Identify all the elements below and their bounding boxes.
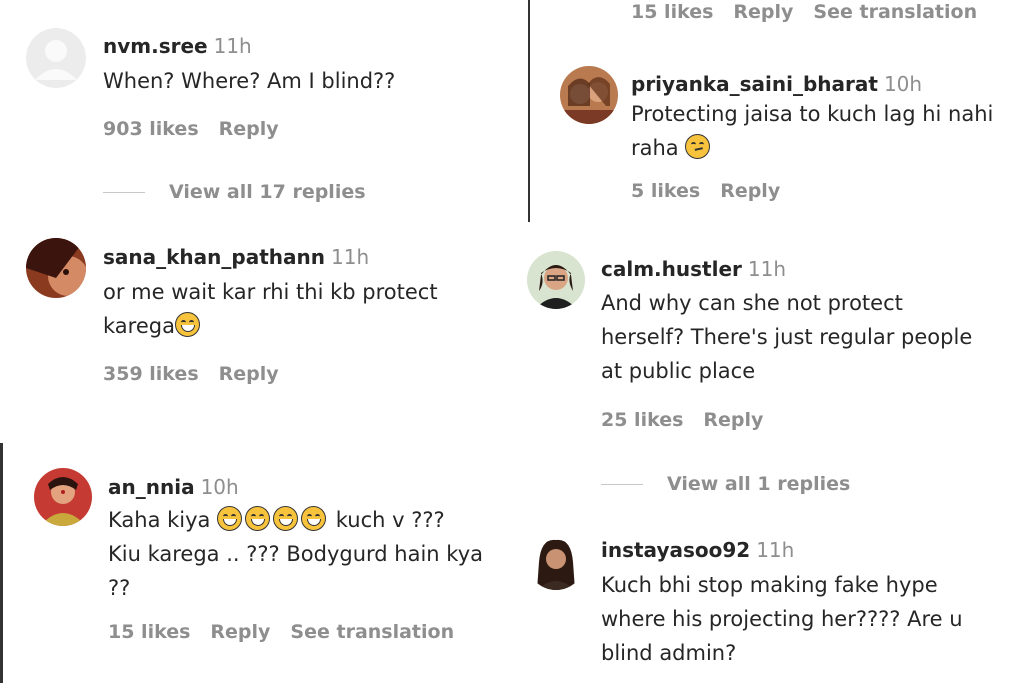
username[interactable]: nvm.sree — [103, 34, 208, 58]
thinking-emoji-icon — [685, 134, 711, 159]
comment-text: or me wait kar rhi thi kb protect karega — [103, 275, 438, 343]
comment-line: karega — [103, 314, 175, 338]
comment-line: Protecting jaisa to kuch lag hi nahi — [631, 102, 994, 126]
username[interactable]: priyanka_saini_bharat — [631, 72, 878, 96]
avatar[interactable] — [527, 251, 585, 309]
laughing-emoji-icon — [174, 312, 200, 337]
comment-meta-partial: 15 likes Reply See translation — [631, 0, 997, 24]
comment-line: blind admin? — [601, 641, 737, 665]
timestamp: 10h — [883, 72, 923, 96]
comment-line: And why can she not protect — [601, 291, 903, 315]
view-replies-label: View all 17 replies — [169, 181, 366, 203]
comment-line: herself? There's just regular people — [601, 325, 973, 349]
see-translation-button[interactable]: See translation — [813, 1, 977, 23]
comment-line: or me wait kar rhi thi kb protect — [103, 280, 438, 304]
avatar[interactable] — [34, 468, 92, 526]
like-count[interactable]: 359 likes — [103, 363, 199, 385]
timestamp: 11h — [747, 257, 786, 281]
laughing-emoji-icon — [245, 506, 271, 531]
avatar-default-icon[interactable] — [26, 28, 86, 88]
timestamp: 11h — [331, 245, 370, 269]
like-count[interactable]: 25 likes — [601, 409, 683, 431]
comment-text: Kuch bhi stop making fake hype where his… — [601, 568, 963, 670]
comment-line: kuch v ??? — [335, 508, 445, 532]
timestamp: 10h — [200, 475, 239, 499]
avatar[interactable] — [560, 66, 618, 124]
view-replies-button[interactable]: View all 17 replies — [103, 181, 366, 203]
avatar[interactable] — [26, 238, 86, 298]
view-replies-label: View all 1 replies — [667, 473, 851, 495]
comment-text: Protecting jaisa to kuch lag hi nahi rah… — [631, 97, 993, 165]
laughing-emoji-icon — [273, 506, 299, 531]
reply-button[interactable]: Reply — [219, 363, 279, 385]
divider-line — [601, 484, 643, 485]
laughing-emoji-icon — [301, 506, 327, 531]
comment-text: And why can she not protect herself? The… — [601, 286, 972, 388]
like-count[interactable]: 5 likes — [631, 180, 700, 202]
reply-button[interactable]: Reply — [733, 1, 793, 23]
laughing-emoji-icon — [217, 506, 243, 531]
divider-line — [103, 192, 145, 193]
avatar[interactable] — [527, 532, 585, 590]
panel-edge — [0, 443, 3, 683]
comment-text: Kaha kiya kuch v ??? Kiu karega .. ??? B… — [108, 503, 483, 605]
view-replies-button[interactable]: View all 1 replies — [601, 473, 850, 495]
comment-line: ?? — [108, 576, 131, 600]
comment-line: Kaha kiya — [108, 508, 211, 532]
username[interactable]: calm.hustler — [601, 257, 742, 281]
panel-divider — [528, 0, 530, 222]
timestamp: 11h — [756, 538, 795, 562]
timestamp: 11h — [213, 34, 252, 58]
username[interactable]: sana_khan_pathann — [103, 245, 325, 269]
comment-line: Kiu karega .. ??? Bodygurd hain kya — [108, 542, 483, 566]
comment-line: Kuch bhi stop making fake hype — [601, 573, 938, 597]
reply-button[interactable]: Reply — [210, 621, 270, 643]
comment-line: where his projecting her???? Are u — [601, 607, 963, 631]
username[interactable]: an_nnia — [108, 475, 195, 499]
comment-text: When? Where? Am I blind?? — [103, 69, 396, 93]
see-translation-button[interactable]: See translation — [290, 621, 454, 643]
like-count[interactable]: 15 likes — [108, 621, 190, 643]
comment-line: raha — [631, 136, 679, 160]
reply-button[interactable]: Reply — [720, 180, 780, 202]
like-count[interactable]: 15 likes — [631, 1, 713, 23]
like-count[interactable]: 903 likes — [103, 118, 199, 140]
comment-line: at public place — [601, 359, 756, 383]
username[interactable]: instayasoo92 — [601, 538, 750, 562]
reply-button[interactable]: Reply — [703, 409, 763, 431]
reply-button[interactable]: Reply — [219, 118, 279, 140]
